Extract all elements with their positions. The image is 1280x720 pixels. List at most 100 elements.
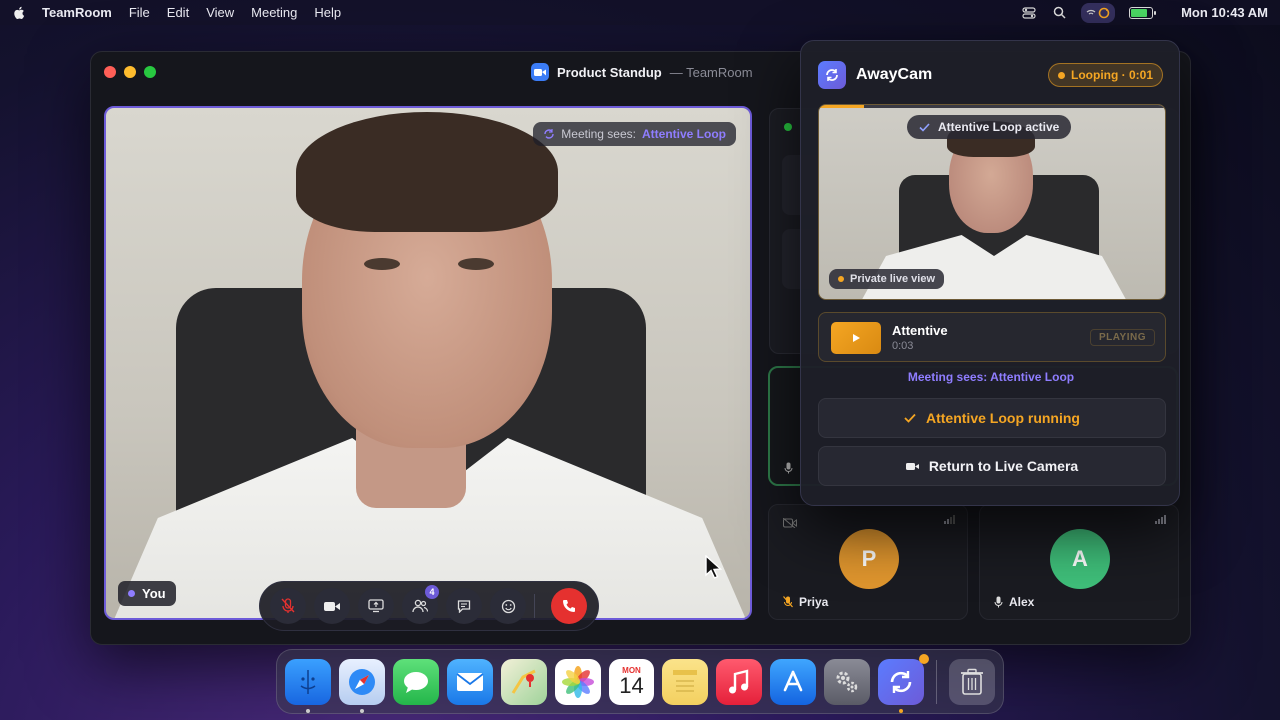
self-video-feed[interactable]: Meeting sees: Attentive Loop You <box>104 106 752 620</box>
video-camera-icon <box>324 601 340 611</box>
video-camera-icon <box>905 462 919 470</box>
awaycam-logo-icon <box>818 61 846 89</box>
loop-icon <box>544 129 554 139</box>
meeting-sees-label: Meeting sees: Attentive Loop <box>907 370 1075 384</box>
messages-icon[interactable] <box>392 658 439 705</box>
person-hair <box>296 112 558 232</box>
clip-duration: 0:03 <box>892 340 914 352</box>
music-icon[interactable] <box>716 658 763 705</box>
teamroom-video-icon <box>531 63 549 81</box>
chat-button[interactable] <box>446 588 482 624</box>
signal-strength-icon <box>944 515 955 524</box>
calendar-icon[interactable]: MON 14 <box>608 658 655 705</box>
loop-progress-fill <box>819 105 864 108</box>
clip-state-badge: PLAYING <box>1089 329 1155 346</box>
avatar: A <box>1050 529 1110 589</box>
return-live-camera-button[interactable]: Return to Live Camera <box>818 446 1166 486</box>
menubar-clock[interactable]: Mon 10:43 AM <box>1181 5 1268 20</box>
emoji-icon <box>501 599 515 613</box>
battery-icon[interactable] <box>1129 6 1157 19</box>
finder-icon[interactable] <box>285 658 331 713</box>
phone-hangup-icon <box>563 600 575 612</box>
avatar: P <box>839 529 899 589</box>
notes-icon[interactable] <box>662 658 709 705</box>
clip-name: Attentive <box>892 323 948 338</box>
app-subtitle: — TeamRoom <box>669 64 753 80</box>
running-indicator <box>359 708 364 713</box>
awaycam-title: AwayCam <box>856 66 933 83</box>
running-indicator <box>899 708 904 713</box>
return-live-camera-label: Return to Live Camera <box>928 458 1079 474</box>
loop-active-text: Attentive Loop active <box>938 120 1060 134</box>
menu-file[interactable]: File <box>129 5 150 20</box>
attentive-loop-button-label: Attentive Loop running <box>926 410 1080 426</box>
photos-icon[interactable] <box>554 658 601 705</box>
looping-status-text: Looping · 0:01 <box>1071 68 1153 82</box>
private-view-text: Private live view <box>850 273 935 285</box>
looping-status-badge: Looping · 0:01 <box>1048 63 1163 87</box>
private-view-chip: Private live view <box>829 269 944 289</box>
camera-off-icon <box>782 515 797 533</box>
live-status-dot <box>784 123 792 131</box>
menu-edit[interactable]: Edit <box>167 5 189 20</box>
mute-button[interactable] <box>270 588 306 624</box>
check-icon <box>904 413 916 423</box>
self-status-dot <box>128 590 135 597</box>
mail-icon[interactable] <box>446 658 493 705</box>
participant-tile-alex[interactable]: A Alex <box>979 504 1179 620</box>
settings-icon[interactable] <box>824 658 871 705</box>
menu-help[interactable]: Help <box>314 5 341 20</box>
controls-divider <box>534 594 535 618</box>
search-icon[interactable] <box>1051 6 1067 20</box>
reactions-button[interactable] <box>490 588 526 624</box>
clip-item-attentive[interactable]: Attentive 0:03 PLAYING <box>818 312 1166 362</box>
play-icon <box>852 334 860 342</box>
meeting-title: Product Standup <box>557 64 662 80</box>
person-eye-right <box>458 258 494 270</box>
participant-name-text: Alex <box>1009 595 1035 609</box>
active-speaker-label <box>784 462 793 474</box>
chat-icon <box>457 600 471 613</box>
apple-icon[interactable] <box>12 6 26 20</box>
calendar-day: 14 <box>619 673 644 698</box>
app-store-icon[interactable] <box>770 658 817 705</box>
participant-tile-priya[interactable]: P Priya <box>768 504 968 620</box>
control-center-icon[interactable] <box>1021 6 1037 20</box>
running-indicator <box>306 708 310 713</box>
share-screen-icon <box>368 599 384 613</box>
zoom-window-button[interactable] <box>144 66 156 78</box>
participant-name: Priya <box>783 595 828 609</box>
private-preview: Attentive Loop active Private live view <box>818 104 1166 300</box>
private-dot <box>838 276 844 282</box>
awaycam-menubar-icon[interactable] <box>1081 2 1116 23</box>
safari-icon[interactable] <box>338 658 385 713</box>
traffic-lights <box>104 66 156 78</box>
awaycam-panel: AwayCam Looping · 0:01 Attentive Loop ac… <box>800 40 1180 506</box>
menu-app-name[interactable]: TeamRoom <box>42 5 112 20</box>
mic-off-icon <box>783 596 793 608</box>
self-label: You <box>142 586 166 601</box>
close-window-button[interactable] <box>104 66 116 78</box>
end-call-button[interactable] <box>551 588 587 624</box>
share-screen-button[interactable] <box>358 588 394 624</box>
meeting-sees-chip: Meeting sees: Attentive Loop <box>533 122 736 146</box>
dock-divider <box>936 659 938 704</box>
awaycam-header: AwayCam <box>818 61 932 89</box>
menubar: TeamRoom File Edit View Meeting Help Mon… <box>0 0 1280 25</box>
meeting-sees-value: Attentive Loop <box>642 127 726 141</box>
awaycam-icon[interactable] <box>878 653 930 713</box>
menu-meeting[interactable]: Meeting <box>251 5 297 20</box>
participants-button[interactable]: 4 <box>402 585 439 624</box>
maps-icon[interactable] <box>500 658 547 705</box>
minimize-window-button[interactable] <box>124 66 136 78</box>
camera-button[interactable] <box>314 588 350 624</box>
mic-off-icon <box>281 598 295 613</box>
attentive-loop-button[interactable]: Attentive Loop running <box>818 398 1166 438</box>
trash-icon[interactable] <box>949 658 995 705</box>
menu-view[interactable]: View <box>206 5 234 20</box>
participant-name: Alex <box>994 595 1034 609</box>
looping-dot <box>1058 71 1065 79</box>
check-icon <box>919 122 930 132</box>
meeting-controls-bar: 4 <box>259 581 599 631</box>
window-title: Product Standup — TeamRoom <box>531 63 753 81</box>
